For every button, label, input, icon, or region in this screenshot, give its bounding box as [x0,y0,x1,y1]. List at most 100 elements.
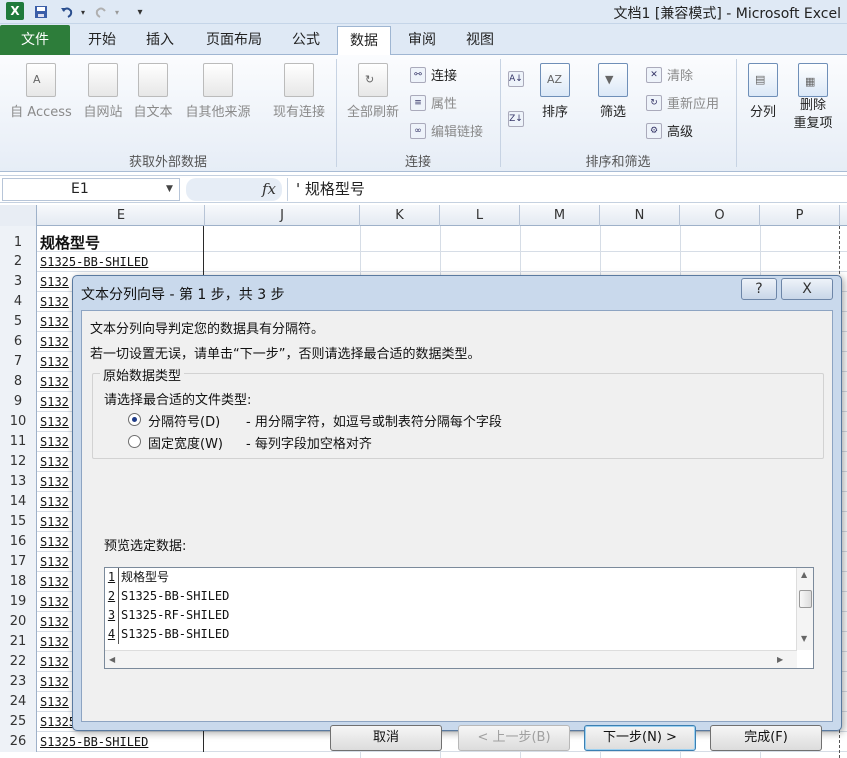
column-header-m[interactable]: M [520,205,600,226]
redo-icon[interactable] [92,3,110,21]
row-header[interactable]: 19 [0,592,37,612]
cell-e[interactable]: S1325-BB-SHILED [38,732,204,752]
row-header[interactable]: 21 [0,632,37,652]
help-button[interactable]: ? [741,278,777,300]
row-header[interactable]: 10 [0,412,37,432]
undo-icon[interactable] [58,3,76,21]
delimited-radio[interactable] [128,413,141,426]
undo-dropdown-icon[interactable]: ▾ [78,3,88,21]
preview-horizontal-scrollbar[interactable]: ◀ ▶ [105,650,797,668]
row-header[interactable]: 13 [0,472,37,492]
row-header[interactable]: 5 [0,312,37,332]
cell-e[interactable]: S1325-BB-SHILED [38,252,204,272]
connections-icon: ⚯ [410,66,426,83]
formula-bar: E1 ▼ fx ' 规格型号 [0,175,847,203]
tab-insert[interactable]: 插入 [134,26,186,55]
reapply-button[interactable]: ↻ 重新应用 [646,93,719,112]
data-preview[interactable]: 1 规格型号 2 S1325-BB-SHILED 3 S1325-RF-SHILED … [104,567,814,669]
row-header[interactable]: 1 [0,226,37,252]
column-header-n[interactable]: N [600,205,680,226]
row-header[interactable]: 14 [0,492,37,512]
name-box-dropdown-icon[interactable]: ▼ [166,184,173,194]
row-header[interactable]: 7 [0,352,37,372]
column-header-o[interactable]: O [680,205,760,226]
from-other-sources-button[interactable]: 自其他来源 [180,63,256,120]
tab-page-layout[interactable]: 页面布局 [196,26,272,55]
name-box[interactable]: E1 [2,178,180,201]
row-header[interactable]: 8 [0,372,37,392]
formula-input[interactable]: ' 规格型号 [287,178,845,201]
column-header-e[interactable]: E [38,205,205,226]
cancel-button[interactable]: 取消 [330,725,442,751]
sort-ascending-button[interactable]: A↓ [508,71,524,87]
sort-descending-button[interactable]: Z↓ [508,111,524,127]
row-header[interactable]: 17 [0,552,37,572]
cell-e[interactable]: 规格型号 [38,226,204,252]
intro-line-1: 文本分列向导判定您的数据具有分隔符。 [90,322,325,337]
row-header[interactable]: 16 [0,532,37,552]
text-to-columns-button[interactable]: ▤ 分列 [744,63,782,120]
delimited-label[interactable]: 分隔符号(D) [148,411,220,430]
row-header[interactable]: 11 [0,432,37,452]
from-text-button[interactable]: 自文本 [130,63,176,120]
column-header-l[interactable]: L [440,205,520,226]
row-header[interactable]: 24 [0,692,37,712]
clear-button[interactable]: ✕ 清除 [646,65,693,84]
row-header[interactable]: 25 [0,712,37,732]
select-all-corner[interactable] [0,205,37,226]
scroll-down-icon[interactable]: ▼ [801,634,807,643]
scroll-right-icon[interactable]: ▶ [777,655,783,664]
row-header[interactable]: 2 [0,252,37,272]
column-header-k[interactable]: K [360,205,440,226]
close-button[interactable]: X [781,278,833,300]
remove-duplicates-icon: ▦ [798,63,828,97]
row-header[interactable]: 3 [0,272,37,292]
edit-links-button[interactable]: ∞ 编辑链接 [410,121,483,140]
column-header-p[interactable]: P [760,205,840,226]
sort-button[interactable]: AZ 排序 [536,63,574,120]
preview-vertical-scrollbar[interactable]: ▲ ▼ [796,568,813,650]
save-icon[interactable] [32,3,50,21]
tab-review[interactable]: 审阅 [396,26,448,55]
advanced-button[interactable]: ⚙ 高级 [646,121,693,140]
tab-file[interactable]: 文件 [0,25,70,55]
redo-dropdown-icon[interactable]: ▾ [112,3,122,21]
existing-connections-button[interactable]: 现有连接 [268,63,330,120]
row-header[interactable]: 22 [0,652,37,672]
row-header[interactable]: 9 [0,392,37,412]
from-access-button[interactable]: A 自 Access [6,63,76,120]
customize-quick-access-icon[interactable]: ▾ [133,3,147,21]
filter-button[interactable]: ▼ 筛选 [594,63,632,120]
fixed-width-label[interactable]: 固定宽度(W) [148,433,223,452]
tab-formulas[interactable]: 公式 [280,26,332,55]
connections-button[interactable]: ⚯ 连接 [410,65,457,84]
row-header[interactable]: 15 [0,512,37,532]
insert-function-icon[interactable]: fx [262,180,276,198]
row-header[interactable]: 4 [0,292,37,312]
next-button[interactable]: 下一步(N) > [584,725,696,751]
finish-button[interactable]: 完成(F) [710,725,822,751]
scroll-up-icon[interactable]: ▲ [801,570,807,579]
row-header[interactable]: 6 [0,332,37,352]
tab-view[interactable]: 视图 [454,26,506,55]
row-header[interactable]: 23 [0,672,37,692]
properties-icon: ≡ [410,94,426,111]
ribbon-data: A 自 Access 自网站 自文本 自其他来源 现有连接 获取外部数据 ↻ 全… [0,55,847,172]
row-header[interactable]: 20 [0,612,37,632]
row-header[interactable]: 12 [0,452,37,472]
back-button[interactable]: < 上一步(B) [458,725,570,751]
row-header[interactable]: 18 [0,572,37,592]
refresh-all-button[interactable]: ↻ 全部刷新 [342,63,404,120]
ribbon-separator [336,59,337,167]
fixed-width-radio[interactable] [128,435,141,448]
column-header-j[interactable]: J [205,205,360,226]
row-header[interactable]: 26 [0,732,37,752]
scroll-left-icon[interactable]: ◀ [109,655,115,664]
excel-app-icon[interactable]: X [6,2,24,20]
tab-home[interactable]: 开始 [76,26,128,55]
tab-data[interactable]: 数据 [337,26,391,56]
from-web-button[interactable]: 自网站 [80,63,126,120]
scrollbar-thumb[interactable] [799,590,812,608]
remove-duplicates-button[interactable]: ▦ 删除 重复项 [788,63,838,133]
properties-button[interactable]: ≡ 属性 [410,93,457,112]
